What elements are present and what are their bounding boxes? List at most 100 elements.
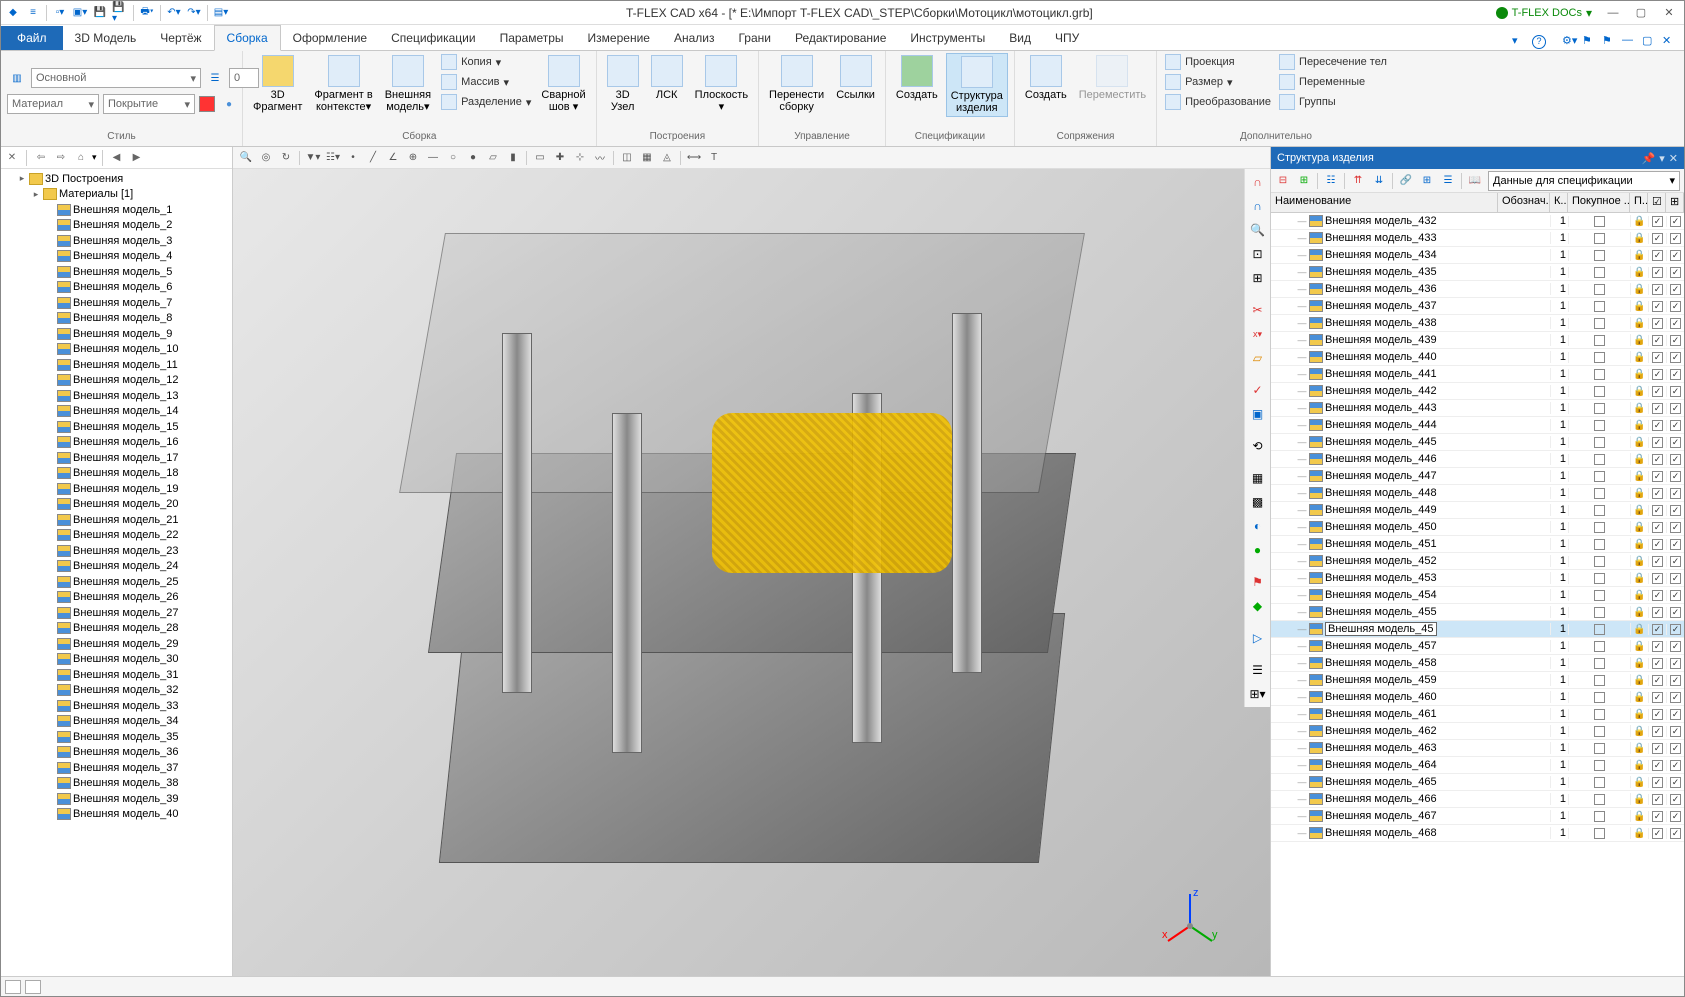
- tree-home-icon[interactable]: ⌂: [72, 149, 90, 167]
- tree-left-icon[interactable]: ◀: [108, 149, 126, 167]
- variables-button[interactable]: Переменные: [1277, 73, 1389, 91]
- undo-icon[interactable]: ↶▾: [166, 5, 182, 21]
- tree-materials[interactable]: ▸Материалы [1]: [1, 187, 232, 203]
- structure-row[interactable]: —Внешняя модель_4371🔒: [1271, 298, 1684, 315]
- cube-green-icon[interactable]: ◆: [1247, 595, 1269, 617]
- zoom-area-icon[interactable]: ⊡: [1247, 243, 1269, 265]
- color-swatch[interactable]: [199, 96, 215, 112]
- st-tree-icon[interactable]: ☷: [1321, 171, 1341, 191]
- tree-model-item[interactable]: Внешняя модель_6: [1, 280, 232, 296]
- st-expand-icon[interactable]: ⊟: [1273, 171, 1293, 191]
- weld-button[interactable]: Сварнойшов ▾: [537, 53, 589, 115]
- tree-right-icon[interactable]: ▶: [128, 149, 146, 167]
- hidden-icon[interactable]: ▩: [1247, 491, 1269, 513]
- help-dropdown-icon[interactable]: ▾: [1512, 34, 1528, 50]
- structure-row[interactable]: —Внешняя модель_4471🔒: [1271, 468, 1684, 485]
- spec-create-button[interactable]: Создать: [892, 53, 942, 103]
- col-p[interactable]: П...: [1630, 193, 1648, 212]
- tab-8[interactable]: Грани: [726, 26, 783, 50]
- new-icon[interactable]: ▫▾: [52, 5, 68, 21]
- col-name[interactable]: Наименование: [1271, 193, 1498, 212]
- tree-model-item[interactable]: Внешняя модель_38: [1, 776, 232, 792]
- vp-edge-icon[interactable]: —: [424, 149, 442, 167]
- tree-model-item[interactable]: Внешняя модель_20: [1, 497, 232, 513]
- tree-model-item[interactable]: Внешняя модель_17: [1, 450, 232, 466]
- structure-row[interactable]: —Внешняя модель_4361🔒: [1271, 281, 1684, 298]
- style-combo[interactable]: Основной▾: [31, 68, 201, 88]
- flag2-icon[interactable]: ⚑: [1602, 34, 1618, 50]
- structure-row[interactable]: —Внешняя модель_4551🔒: [1271, 604, 1684, 621]
- st-link-icon[interactable]: 🔗: [1396, 171, 1416, 191]
- vp-path-icon[interactable]: 〰: [591, 149, 609, 167]
- structure-row[interactable]: —Внешняя модель_4621🔒: [1271, 723, 1684, 740]
- redo-icon[interactable]: ↷▾: [186, 5, 202, 21]
- material-combo[interactable]: Материал▾: [7, 94, 99, 114]
- split-button[interactable]: Разделение ▾: [439, 93, 533, 111]
- structure-row[interactable]: —Внешняя модель_4501🔒: [1271, 519, 1684, 536]
- render-icon[interactable]: ●: [1247, 539, 1269, 561]
- tab-5[interactable]: Параметры: [488, 26, 576, 50]
- transfer-assembly-button[interactable]: Перенестисборку: [765, 53, 828, 115]
- tree-model-item[interactable]: Внешняя модель_8: [1, 311, 232, 327]
- style-lines-icon[interactable]: ▥: [9, 70, 25, 86]
- tree-model-item[interactable]: Внешняя модель_18: [1, 466, 232, 482]
- vp-section-icon[interactable]: ▦: [638, 149, 656, 167]
- external-model-button[interactable]: Внешняямодель▾: [381, 53, 435, 115]
- tree-model-item[interactable]: Внешняя модель_32: [1, 683, 232, 699]
- tree-model-item[interactable]: Внешняя модель_29: [1, 636, 232, 652]
- structure-row[interactable]: —Внешняя модель_4391🔒: [1271, 332, 1684, 349]
- tree-model-item[interactable]: Внешняя модель_27: [1, 605, 232, 621]
- structure-grid[interactable]: —Внешняя модель_4321🔒—Внешняя модель_433…: [1271, 213, 1684, 976]
- structure-row[interactable]: —Внешняя модель_4511🔒: [1271, 536, 1684, 553]
- tab-6[interactable]: Измерение: [576, 26, 662, 50]
- magnet-blue-icon[interactable]: ∩: [1247, 195, 1269, 217]
- close-doc-icon[interactable]: ✕: [1662, 34, 1678, 50]
- panel-close-icon[interactable]: ✕: [1669, 152, 1678, 165]
- vp-sphere-icon[interactable]: ●: [464, 149, 482, 167]
- tab-9[interactable]: Редактирование: [783, 26, 898, 50]
- structure-row[interactable]: —Внешняя модель_4571🔒: [1271, 638, 1684, 655]
- close-icon[interactable]: ✕: [1656, 4, 1682, 22]
- tree-model-item[interactable]: Внешняя модель_23: [1, 543, 232, 559]
- vp-search-icon[interactable]: 🔍: [237, 149, 255, 167]
- tree-model-item[interactable]: Внешняя модель_10: [1, 342, 232, 358]
- vp-filter-icon[interactable]: ▼▾: [304, 149, 322, 167]
- tree-model-item[interactable]: Внешняя модель_12: [1, 373, 232, 389]
- structure-row[interactable]: —Внешняя модель_4591🔒: [1271, 672, 1684, 689]
- vp-angle-icon[interactable]: ∠: [384, 149, 402, 167]
- file-tab[interactable]: Файл: [1, 26, 63, 50]
- flag-tool-icon[interactable]: ⚑: [1247, 571, 1269, 593]
- magnet-red-icon[interactable]: ∩: [1247, 171, 1269, 193]
- tree-back-icon[interactable]: ⇦: [32, 149, 50, 167]
- maximize-icon[interactable]: ▢: [1628, 4, 1654, 22]
- intersection-button[interactable]: Пересечение тел: [1277, 53, 1389, 71]
- flag-icon[interactable]: ⚑: [1582, 34, 1598, 50]
- tree-model-item[interactable]: Внешняя модель_5: [1, 264, 232, 280]
- tree-model-item[interactable]: Внешняя модель_39: [1, 791, 232, 807]
- structure-row[interactable]: —Внешняя модель_4431🔒: [1271, 400, 1684, 417]
- plane-tool-icon[interactable]: ▱: [1247, 347, 1269, 369]
- fragment-3d-button[interactable]: 3DФрагмент: [249, 53, 306, 115]
- structure-row[interactable]: —Внешняя модель_4541🔒: [1271, 587, 1684, 604]
- open-icon[interactable]: ▣▾: [72, 5, 88, 21]
- structure-row[interactable]: —Внешняя модель_4631🔒: [1271, 740, 1684, 757]
- structure-row[interactable]: —Внешняя модель_4401🔒: [1271, 349, 1684, 366]
- tree-model-item[interactable]: Внешняя модель_4: [1, 249, 232, 265]
- panel-pin-icon[interactable]: 📌: [1642, 152, 1656, 165]
- vp-profile-icon[interactable]: ◫: [618, 149, 636, 167]
- tree-model-item[interactable]: Внешняя модель_2: [1, 218, 232, 234]
- col-qty[interactable]: К...: [1550, 193, 1568, 212]
- params-icon[interactable]: ▤▾: [213, 5, 229, 21]
- array-button[interactable]: Массив ▾: [439, 73, 533, 91]
- tree-model-item[interactable]: Внешняя модель_37: [1, 760, 232, 776]
- tree-model-item[interactable]: Внешняя модель_9: [1, 326, 232, 342]
- vp-weld-icon[interactable]: ◬: [658, 149, 676, 167]
- node3d-button[interactable]: 3DУзел: [603, 53, 643, 115]
- zoom-in-icon[interactable]: 🔍: [1247, 219, 1269, 241]
- gear-icon[interactable]: ⚙▾: [1562, 34, 1578, 50]
- mate-move-button[interactable]: Переместить: [1075, 53, 1150, 103]
- tree-model-item[interactable]: Внешняя модель_16: [1, 435, 232, 451]
- tab-10[interactable]: Инструменты: [898, 26, 997, 50]
- tab-7[interactable]: Анализ: [662, 26, 727, 50]
- axis-x-icon[interactable]: x▾: [1247, 323, 1269, 345]
